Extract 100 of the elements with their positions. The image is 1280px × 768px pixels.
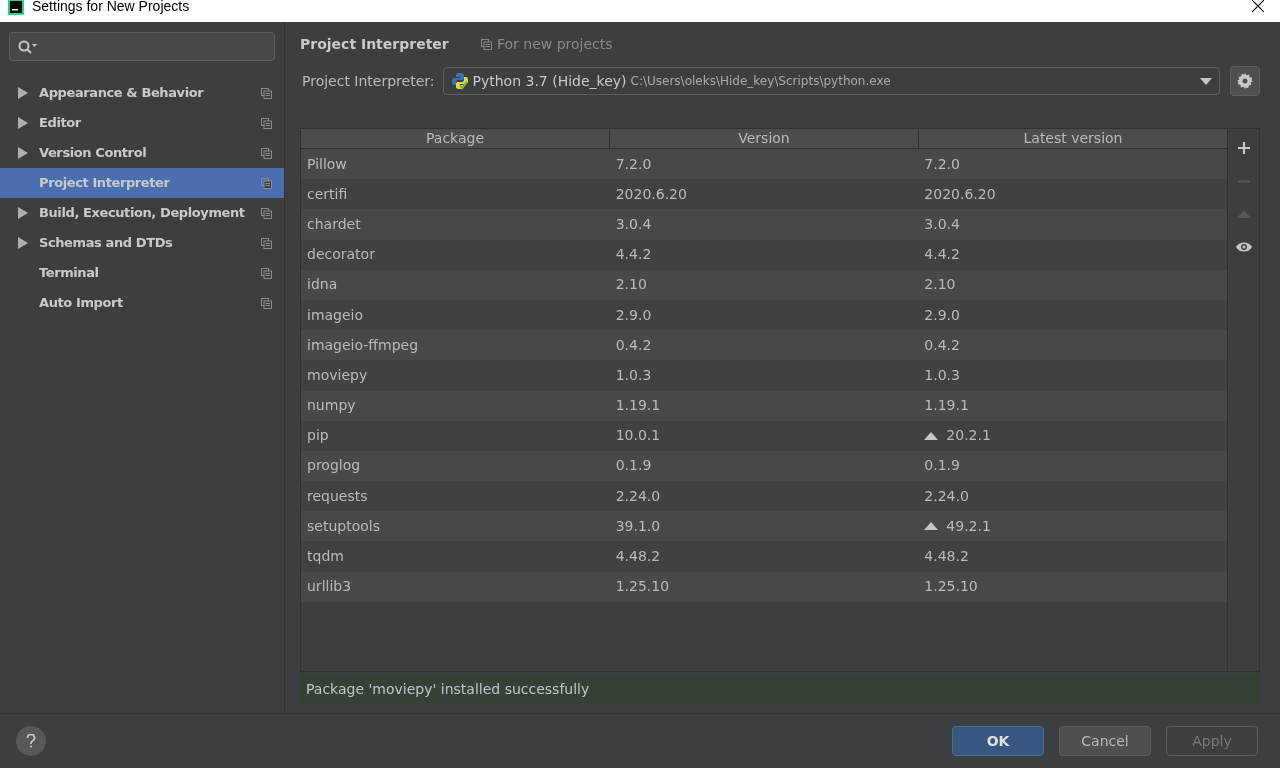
gear-icon	[1237, 73, 1253, 89]
latest-version-cell-text: 2020.6.20	[924, 184, 996, 204]
latest-version-cell-text: 20.2.1	[946, 426, 991, 446]
sidebar-item-label: Version Control	[39, 144, 148, 163]
latest-version-cell-text: 2.24.0	[924, 486, 969, 506]
package-name: idna	[307, 276, 338, 293]
version-cell: 4.48.2	[615, 548, 661, 565]
expand-arrow-icon[interactable]	[18, 117, 28, 129]
upgrade-arrow-icon	[924, 431, 939, 440]
interpreter-name: Python 3.7 (Hide_key)	[472, 71, 627, 91]
package-name: moviepy	[307, 366, 368, 383]
package-name: chardet	[307, 215, 361, 232]
package-name: proglog	[307, 457, 361, 474]
help-button[interactable]	[16, 726, 46, 756]
latest-version-cell-text: 0.4.2	[924, 335, 960, 355]
window-title: Settings for New Projects	[32, 0, 190, 16]
package-name: imageio-ffmpeg	[307, 336, 419, 353]
version-cell: 2.10	[615, 276, 647, 293]
copy-icon	[261, 87, 272, 99]
settings-button[interactable]	[1230, 66, 1260, 96]
search-field[interactable]	[9, 32, 275, 61]
package-name: numpy	[307, 397, 356, 414]
column-header[interactable]: Version	[610, 129, 919, 148]
sidebar-item-label: Project Interpreter	[39, 174, 171, 193]
version-cell: 39.1.0	[615, 517, 661, 534]
latest-version-cell-text: 0.1.9	[924, 456, 960, 476]
close-icon[interactable]	[1252, 0, 1264, 12]
latest-version-cell-text: 2.10	[924, 275, 956, 295]
package-name: certifi	[307, 185, 348, 202]
upgrade-arrow-icon	[924, 522, 939, 531]
package-name: pip	[307, 427, 329, 444]
search-icon	[18, 39, 38, 54]
eye-icon	[1234, 241, 1253, 253]
latest-version-cell-text: 2.9.0	[924, 305, 960, 325]
version-cell: 3.0.4	[615, 215, 652, 232]
copy-icon	[261, 297, 272, 309]
sidebar-item[interactable]: Build, Execution, Deployment	[0, 198, 284, 228]
copy-icon	[261, 207, 272, 219]
sidebar-item-label: Terminal	[39, 264, 100, 283]
expand-arrow-icon[interactable]	[18, 87, 28, 99]
expand-arrow-icon[interactable]	[18, 207, 28, 219]
sidebar-item[interactable]: Terminal	[0, 258, 284, 288]
copy-icon	[261, 237, 272, 249]
sidebar-item[interactable]: Version Control	[0, 138, 284, 168]
sidebar-item-label: Build, Execution, Deployment	[39, 204, 246, 223]
dialog-button[interactable]: OK	[952, 726, 1044, 756]
version-cell: 0.4.2	[615, 336, 652, 353]
sidebar-item[interactable]: Appearance & Behavior	[0, 78, 284, 108]
status-message: Package 'moviepy' installed successfully	[300, 674, 1260, 704]
package-name: Pillow	[307, 155, 347, 172]
copy-icon	[261, 267, 272, 279]
copy-icon	[261, 177, 272, 189]
page-title: Project Interpreter	[300, 34, 450, 54]
version-cell: 1.25.10	[615, 578, 670, 595]
latest-version-cell-text: 49.2.1	[946, 516, 991, 536]
copy-icon	[261, 147, 272, 159]
dialog-button[interactable]: Cancel	[1059, 726, 1151, 756]
version-cell: 1.0.3	[615, 366, 652, 383]
latest-version-cell-text: 1.25.10	[924, 577, 978, 597]
expand-arrow-icon[interactable]	[18, 237, 28, 249]
version-cell: 1.19.1	[615, 397, 661, 414]
sidebar-item[interactable]: Schemas and DTDs	[0, 228, 284, 258]
version-cell: 4.4.2	[615, 246, 652, 263]
latest-version-cell-text: 3.0.4	[924, 214, 960, 234]
interpreter-dropdown[interactable]: Python 3.7 (Hide_key) C:\Users\oleks\Hide_key\Scripts\python.exe	[442, 67, 1220, 95]
sidebar-item-label: Auto Import	[39, 294, 124, 313]
latest-version-cell-text: 4.4.2	[924, 245, 960, 265]
column-header[interactable]: Package	[301, 129, 610, 148]
question-mark-icon	[26, 734, 36, 748]
scope-label: For new projects	[497, 34, 613, 54]
copy-icon	[481, 38, 492, 50]
sidebar-item-label: Appearance & Behavior	[39, 84, 205, 103]
sidebar-item-label: Schemas and DTDs	[39, 234, 174, 253]
version-cell: 2.9.0	[615, 306, 652, 323]
interpreter-path: C:\Users\oleks\Hide_key\Scripts\python.exe	[630, 73, 891, 90]
package-name: tqdm	[307, 548, 344, 565]
latest-version-cell-text: 4.48.2	[924, 547, 969, 567]
add-icon	[1236, 141, 1251, 155]
sidebar-item-label: Editor	[39, 114, 82, 133]
package-name: requests	[307, 487, 368, 504]
package-name: decorator	[307, 246, 375, 263]
version-cell: 0.1.9	[615, 457, 652, 474]
package-name: setuptools	[307, 517, 380, 534]
version-cell: 7.2.0	[615, 155, 652, 172]
python-logo-icon	[450, 72, 469, 90]
latest-version-cell-text: 1.0.3	[924, 365, 960, 385]
package-name: urllib3	[307, 578, 352, 595]
copy-icon	[261, 117, 272, 129]
version-cell: 2.24.0	[615, 487, 661, 504]
expand-arrow-icon[interactable]	[18, 147, 28, 159]
version-cell: 2020.6.20	[615, 185, 687, 202]
version-cell: 10.0.1	[615, 427, 661, 444]
dropdown-caret-icon	[1200, 77, 1212, 85]
sidebar-item[interactable]: Auto Import	[0, 288, 284, 318]
column-header[interactable]: Latest version	[919, 129, 1227, 148]
latest-version-cell-text: 1.19.1	[924, 396, 969, 416]
sidebar-item[interactable]: Editor	[0, 108, 284, 138]
interpreter-label: Project Interpreter:	[302, 71, 435, 91]
package-name: imageio	[307, 306, 364, 323]
latest-version-cell-text: 7.2.0	[924, 154, 960, 174]
